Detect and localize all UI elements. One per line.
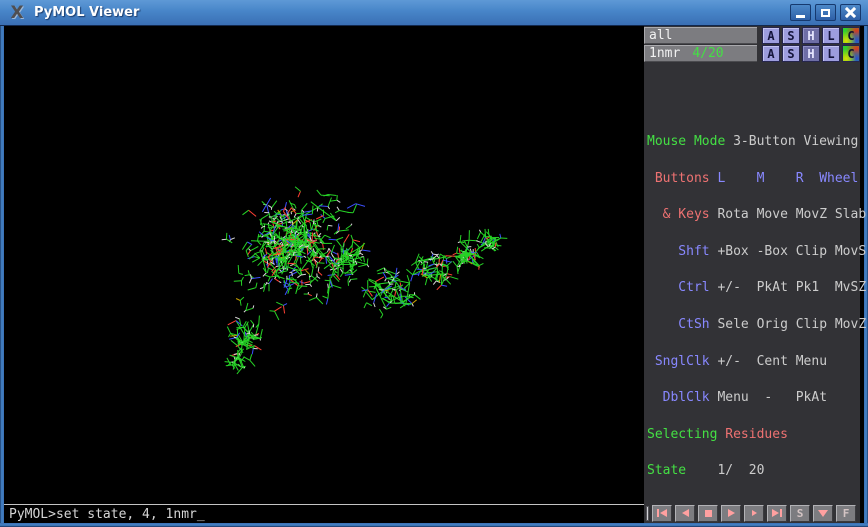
color-button-all[interactable]: C xyxy=(842,27,860,44)
minimize-button[interactable] xyxy=(790,4,811,21)
mouse-grid-row: Ctrl +/- PkAt Pk1 MvSZ xyxy=(647,282,860,294)
maximize-button[interactable] xyxy=(815,4,836,21)
object-state-counter: 4/20 xyxy=(692,46,723,61)
object-row-1nmr: 1nmr 4/20 A S H L C xyxy=(644,45,860,62)
label-button-1nmr[interactable]: L xyxy=(822,45,840,62)
playback-controls: S F xyxy=(644,503,860,523)
mouse-mode-panel: Mouse Mode 3-Button Viewing Buttons L M … xyxy=(644,112,860,503)
object-row-all: all A S H L C xyxy=(644,27,860,44)
down-triangle-icon xyxy=(818,510,828,517)
step-back-icon xyxy=(682,509,689,517)
actions-button-1nmr[interactable]: A xyxy=(762,45,780,62)
window-border-bottom xyxy=(0,523,868,527)
object-label: 1nmr xyxy=(649,46,680,61)
command-prompt: PyMOL> xyxy=(9,507,56,522)
stop-icon xyxy=(705,510,712,517)
stop-button[interactable] xyxy=(698,505,718,522)
fullscreen-button[interactable]: F xyxy=(836,505,856,522)
mouse-grid-row: CtSh Sele Orig Clip MovZ xyxy=(647,319,860,331)
drag-grip[interactable] xyxy=(646,506,649,521)
go-to-start-button[interactable] xyxy=(652,505,672,522)
state-indicator: State 1/ 20 xyxy=(647,465,860,477)
mouse-mode-header[interactable]: Mouse Mode 3-Button Viewing xyxy=(647,136,860,148)
hide-button-all[interactable]: H xyxy=(802,27,820,44)
window-border-right xyxy=(864,26,868,527)
mouse-grid-row: & Keys Rota Move MovZ Slab xyxy=(647,209,860,221)
object-label: all xyxy=(649,28,672,43)
viewport[interactable] xyxy=(4,26,644,504)
play-icon xyxy=(728,509,735,517)
minimize-icon xyxy=(796,15,805,18)
step-forward-icon xyxy=(752,510,757,516)
mouse-grid-row: Shft +Box -Box Clip MovS xyxy=(647,246,860,258)
side-panel: all A S H L C 1nmr 4/20 A S H L C Mouse M… xyxy=(644,26,860,523)
close-icon xyxy=(845,7,856,18)
object-list: all A S H L C 1nmr 4/20 A S H L C xyxy=(644,26,860,62)
scene-loop-button[interactable]: S xyxy=(790,505,810,522)
command-bar[interactable]: PyMOL>set state, 4, 1nmr_ xyxy=(4,504,644,523)
step-back-button[interactable] xyxy=(675,505,695,522)
skip-end-icon xyxy=(772,509,779,517)
x11-logo-icon: X xyxy=(6,3,28,23)
frame-menu-button[interactable] xyxy=(813,505,833,522)
go-to-end-button[interactable] xyxy=(767,505,787,522)
skip-start-icon xyxy=(660,509,667,517)
mouse-grid-row: Buttons L M R Wheel xyxy=(647,173,860,185)
color-button-1nmr[interactable]: C xyxy=(842,45,860,62)
skip-start-icon xyxy=(657,509,659,517)
close-button[interactable] xyxy=(840,4,861,21)
selecting-indicator[interactable]: Selecting Residues xyxy=(647,429,860,441)
command-cursor: _ xyxy=(197,507,205,522)
show-button-all[interactable]: S xyxy=(782,27,800,44)
object-name-all[interactable]: all xyxy=(644,27,757,44)
skip-end-icon xyxy=(780,509,782,517)
mouse-grid-row: SnglClk +/- Cent Menu xyxy=(647,356,860,368)
command-input[interactable]: set state, 4, 1nmr xyxy=(56,507,197,522)
maximize-icon xyxy=(821,9,830,17)
actions-button-all[interactable]: A xyxy=(762,27,780,44)
molecule-svg[interactable] xyxy=(4,26,644,504)
window-title: PyMOL Viewer xyxy=(34,5,139,20)
play-button[interactable] xyxy=(721,505,741,522)
object-name-1nmr[interactable]: 1nmr 4/20 xyxy=(644,45,757,62)
show-button-1nmr[interactable]: S xyxy=(782,45,800,62)
step-forward-button[interactable] xyxy=(744,505,764,522)
window-controls xyxy=(790,4,861,21)
label-button-all[interactable]: L xyxy=(822,27,840,44)
hide-button-1nmr[interactable]: H xyxy=(802,45,820,62)
title-bar[interactable]: X PyMOL Viewer xyxy=(0,0,868,26)
mouse-grid-row: DblClk Menu - PkAt xyxy=(647,392,860,404)
